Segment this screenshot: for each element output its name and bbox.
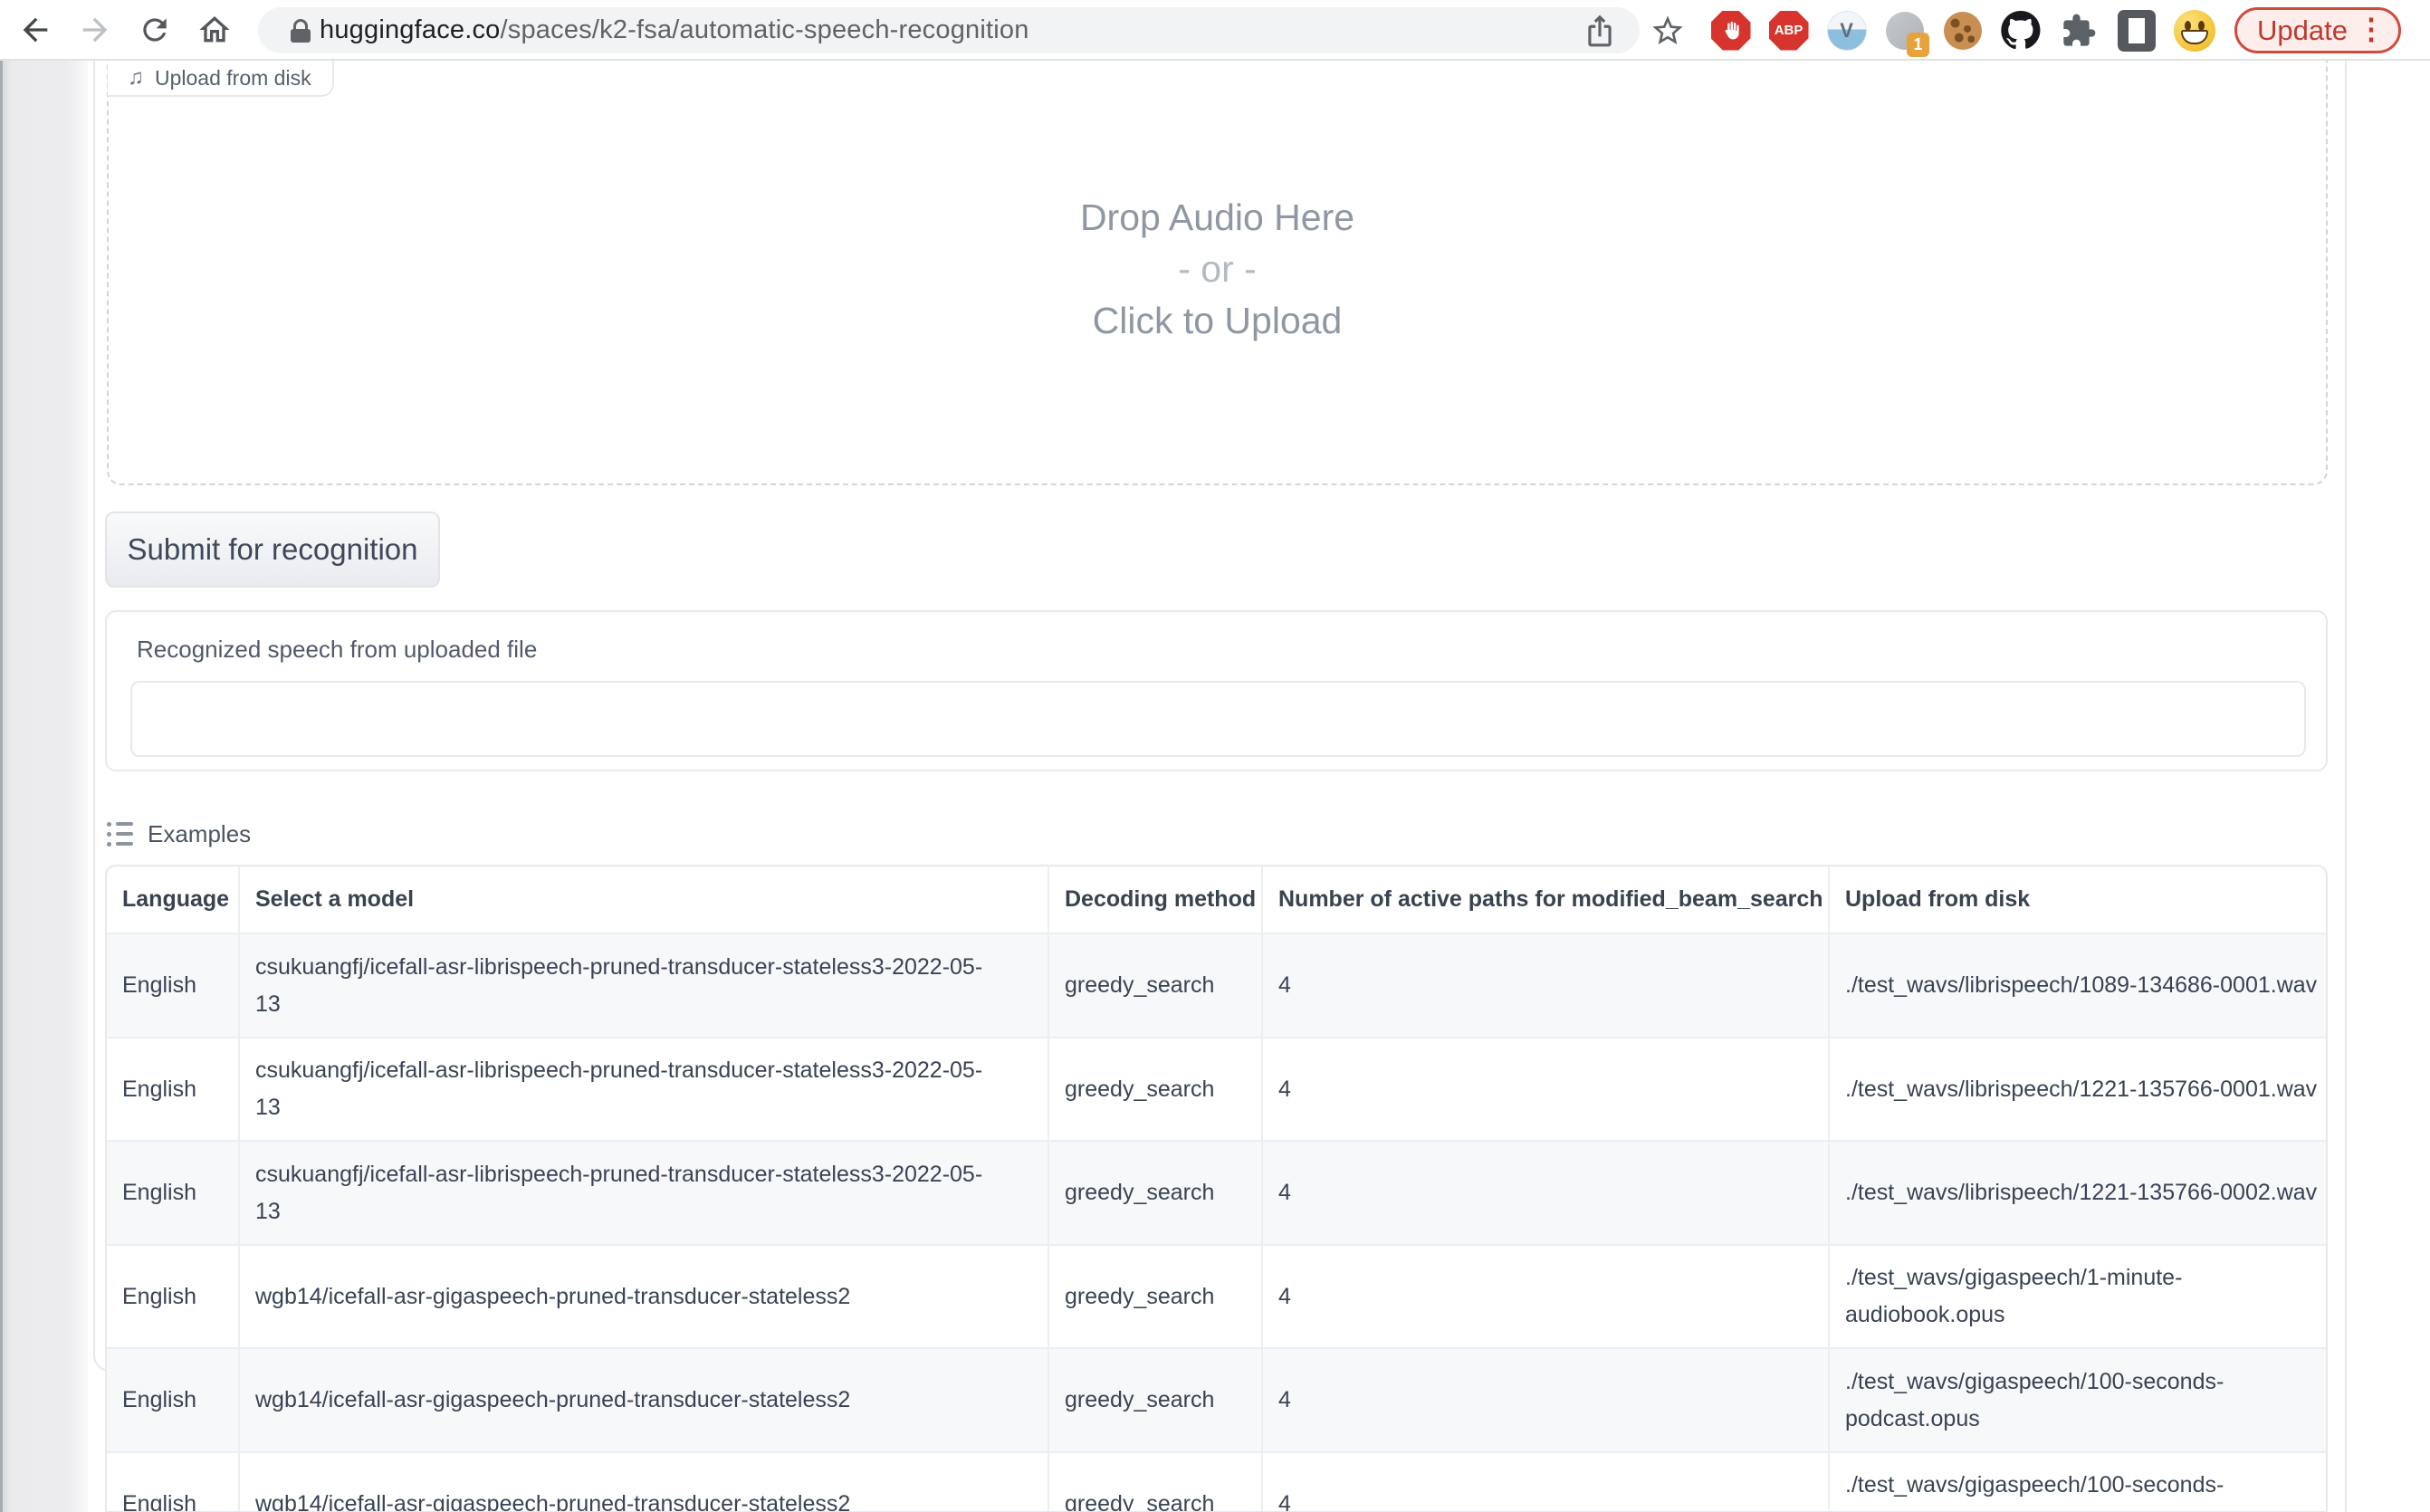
side-panel-icon[interactable] — [2115, 9, 2157, 52]
cell-model: csukuangfj/icefall-asr-librispeech-prune… — [240, 1037, 1049, 1140]
extensions-puzzle-icon[interactable] — [2057, 9, 2100, 52]
examples-table: LanguageSelect a modelDecoding methodNum… — [105, 865, 2328, 1512]
browser-window: huggingface.co/spaces/k2-fsa/automatic-s… — [0, 0, 2430, 1512]
left-gutter — [0, 61, 88, 1512]
vimium-label: V — [1840, 19, 1853, 43]
cell-num-active-paths: 4 — [1263, 1140, 1830, 1244]
cell-language: English — [107, 1140, 240, 1244]
click-to-upload-text: Click to Upload — [107, 295, 2328, 347]
scrollbar-divider[interactable] — [2345, 61, 2347, 1512]
upload-tab-label: Upload from disk — [155, 66, 311, 91]
submit-button-label: Submit for recognition — [128, 532, 418, 567]
dropzone-text[interactable]: Drop Audio Here - or - Click to Upload — [107, 192, 2328, 347]
url-path: /spaces/k2-fsa/automatic-speech-recognit… — [501, 15, 1029, 44]
cell-num-active-paths: 4 — [1263, 1244, 1830, 1347]
cell-model: wgb14/icefall-asr-gigaspeech-pruned-tran… — [240, 1451, 1049, 1512]
column-header: Number of active paths for modified_beam… — [1263, 866, 1830, 933]
cell-language: English — [107, 1037, 240, 1140]
github-icon[interactable] — [1999, 9, 2042, 52]
table-row[interactable]: Englishwgb14/icefall-asr-gigaspeech-prun… — [107, 1244, 2326, 1347]
cell-model: wgb14/icefall-asr-gigaspeech-pruned-tran… — [240, 1244, 1049, 1347]
list-icon — [107, 822, 133, 847]
url-domain: huggingface.co — [320, 15, 501, 44]
cell-upload-path: ./test_wavs/librispeech/1089-134686-0001… — [1830, 933, 2328, 1037]
cell-decoding-method: greedy_search — [1049, 1244, 1263, 1347]
extension-badge: 1 — [1907, 33, 1929, 57]
share-icon[interactable] — [1574, 5, 1626, 57]
cell-upload-path: ./test_wavs/gigaspeech/100-seconds-podca… — [1830, 1347, 2328, 1451]
column-header: Select a model — [240, 866, 1049, 933]
submit-for-recognition-button[interactable]: Submit for recognition — [105, 512, 440, 588]
cell-upload-path: ./test_wavs/gigaspeech/100-seconds-podca… — [1830, 1451, 2328, 1512]
column-header: Language — [107, 866, 240, 933]
drop-audio-here-text: Drop Audio Here — [107, 192, 2328, 244]
cell-model: wgb14/icefall-asr-gigaspeech-pruned-tran… — [240, 1347, 1049, 1451]
adblock-plus-extension-icon[interactable]: ABP — [1767, 9, 1810, 52]
table-row[interactable]: Englishwgb14/icefall-asr-gigaspeech-prun… — [107, 1451, 2326, 1512]
cell-decoding-method: greedy_search — [1049, 1451, 1263, 1512]
examples-header: Examples — [107, 817, 251, 851]
recognized-speech-label: Recognized speech from uploaded file — [137, 636, 537, 664]
column-header: Decoding method — [1049, 866, 1263, 933]
browser-menu-icon[interactable]: ⋮ — [2357, 14, 2386, 47]
cookie-extension-icon[interactable] — [1941, 9, 1984, 52]
cell-upload-path: ./test_wavs/librispeech/1221-135766-0002… — [1830, 1140, 2328, 1244]
music-note-icon: ♫ — [128, 67, 144, 89]
recognized-speech-textbox[interactable] — [130, 681, 2306, 757]
cell-language: English — [107, 933, 240, 1037]
reload-icon[interactable] — [129, 4, 181, 56]
cell-num-active-paths: 4 — [1263, 1037, 1830, 1140]
cell-num-active-paths: 4 — [1263, 933, 1830, 1037]
bookmark-star-icon[interactable] — [1641, 5, 1694, 57]
table-row[interactable]: Englishcsukuangfj/icefall-asr-librispeec… — [107, 1140, 2326, 1244]
cell-language: English — [107, 1451, 240, 1512]
vimium-extension-icon[interactable]: V — [1825, 9, 1868, 52]
chrome-update-button[interactable]: Update ⋮ — [2234, 7, 2401, 53]
smiley-extension-icon[interactable] — [2173, 9, 2215, 52]
recognized-speech-group: Recognized speech from uploaded file — [105, 610, 2328, 771]
cell-language: English — [107, 1244, 240, 1347]
cell-upload-path: ./test_wavs/gigaspeech/1-minute-audioboo… — [1830, 1244, 2328, 1347]
cell-language: English — [107, 1347, 240, 1451]
cell-decoding-method: greedy_search — [1049, 1140, 1263, 1244]
nav-buttons — [9, 4, 241, 56]
url-bar[interactable]: huggingface.co/spaces/k2-fsa/automatic-s… — [258, 7, 1640, 53]
update-label: Update — [2257, 14, 2348, 47]
lock-icon[interactable] — [291, 19, 311, 43]
ublock-extension-icon[interactable] — [1709, 9, 1752, 52]
home-icon[interactable] — [188, 4, 241, 56]
cell-decoding-method: greedy_search — [1049, 1037, 1263, 1140]
cell-upload-path: ./test_wavs/librispeech/1221-135766-0001… — [1830, 1037, 2328, 1140]
browser-toolbar: huggingface.co/spaces/k2-fsa/automatic-s… — [0, 0, 2430, 61]
table-row[interactable]: Englishwgb14/icefall-asr-gigaspeech-prun… — [107, 1347, 2326, 1451]
cell-model: csukuangfj/icefall-asr-librispeech-prune… — [240, 1140, 1049, 1244]
toolbar-right-icons: ABP V 1 — [1574, 0, 2401, 61]
table-row[interactable]: Englishcsukuangfj/icefall-asr-librispeec… — [107, 933, 2326, 1037]
tab-upload-from-disk[interactable]: ♫ Upload from disk — [108, 61, 334, 97]
table-header-row: LanguageSelect a modelDecoding methodNum… — [107, 866, 2326, 933]
cell-num-active-paths: 4 — [1263, 1451, 1830, 1512]
url-text: huggingface.co/spaces/k2-fsa/automatic-s… — [320, 15, 1029, 45]
back-icon[interactable] — [9, 4, 62, 56]
or-text: - or - — [107, 244, 2328, 295]
cell-decoding-method: greedy_search — [1049, 933, 1263, 1037]
forward-icon[interactable] — [69, 4, 121, 56]
examples-label: Examples — [148, 820, 251, 848]
table-row[interactable]: Englishcsukuangfj/icefall-asr-librispeec… — [107, 1037, 2326, 1140]
cell-num-active-paths: 4 — [1263, 1347, 1830, 1451]
abp-label: ABP — [1775, 23, 1803, 38]
cell-decoding-method: greedy_search — [1049, 1347, 1263, 1451]
column-header: Upload from disk — [1830, 866, 2328, 933]
gray-extension-icon[interactable]: 1 — [1883, 9, 1926, 52]
cell-model: csukuangfj/icefall-asr-librispeech-prune… — [240, 933, 1049, 1037]
